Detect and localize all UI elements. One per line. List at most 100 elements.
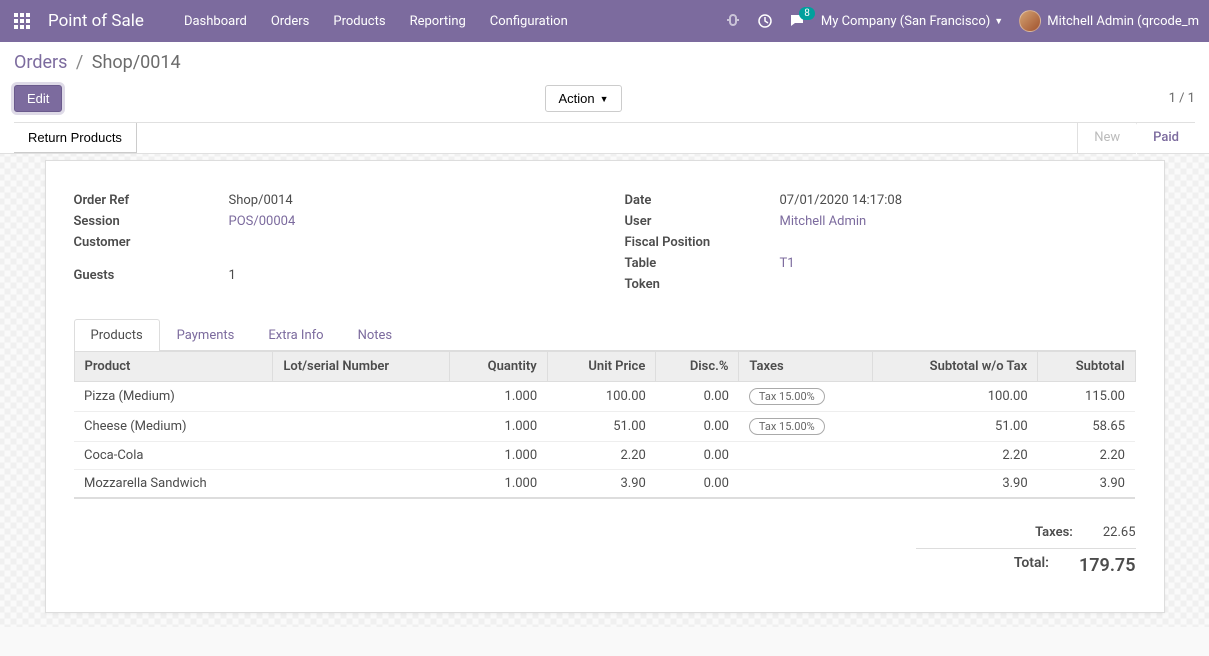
breadcrumb-sep: / <box>76 52 83 73</box>
tax-pill: Tax 15.00% <box>749 418 825 435</box>
value-guests: 1 <box>229 268 236 283</box>
label-table: Table <box>625 256 780 271</box>
apps-menu-icon[interactable] <box>10 9 34 33</box>
company-label: My Company (San Francisco) <box>821 14 990 29</box>
sheet-wrap: Order RefShop/0014 SessionPOS/00004 Cust… <box>0 154 1209 627</box>
taxes-value: 22.65 <box>1103 525 1136 540</box>
cell-product: Cheese (Medium) <box>74 412 273 442</box>
total-value: 179.75 <box>1079 555 1136 576</box>
cell-qty: 1.000 <box>450 470 548 499</box>
cell-qty: 1.000 <box>450 442 548 470</box>
chevron-down-icon: ▼ <box>600 94 609 104</box>
table-row[interactable]: Mozzarella Sandwich 1.000 3.90 0.00 3.90… <box>74 470 1135 499</box>
taxes-label: Taxes: <box>916 525 1073 540</box>
th-product[interactable]: Product <box>74 352 273 382</box>
clock-icon[interactable] <box>757 13 773 29</box>
cell-lot <box>273 412 450 442</box>
company-selector[interactable]: My Company (San Francisco) ▼ <box>821 14 1003 29</box>
label-guests: Guests <box>74 268 229 283</box>
table-row[interactable]: Coca-Cola 1.000 2.20 0.00 2.20 2.20 <box>74 442 1135 470</box>
cell-qty: 1.000 <box>450 382 548 412</box>
breadcrumb-parent[interactable]: Orders <box>14 52 67 73</box>
form-col-left: Order RefShop/0014 SessionPOS/00004 Cust… <box>74 193 585 298</box>
cell-product: Mozzarella Sandwich <box>74 470 273 499</box>
status-bar: Return Products New Paid <box>14 122 1195 153</box>
tab-products[interactable]: Products <box>74 319 160 351</box>
total-label: Total: <box>916 555 1049 576</box>
cell-lot <box>273 470 450 499</box>
th-sub-no-tax[interactable]: Subtotal w/o Tax <box>872 352 1037 382</box>
th-disc[interactable]: Disc.% <box>656 352 739 382</box>
return-products-button[interactable]: Return Products <box>14 123 137 153</box>
tax-pill: Tax 15.00% <box>749 388 825 405</box>
label-user: User <box>625 214 780 229</box>
navbar: Point of Sale Dashboard Orders Products … <box>0 0 1209 42</box>
cell-taxes: Tax 15.00% <box>739 382 873 412</box>
value-order-ref: Shop/0014 <box>229 193 293 208</box>
cell-qty: 1.000 <box>450 412 548 442</box>
cell-unit-price: 100.00 <box>547 382 656 412</box>
nav-reporting[interactable]: Reporting <box>410 14 466 29</box>
tab-payments[interactable]: Payments <box>160 319 252 351</box>
edit-button[interactable]: Edit <box>14 85 62 112</box>
messages-icon[interactable]: 8 <box>789 13 805 29</box>
bug-icon[interactable] <box>725 13 741 29</box>
value-session[interactable]: POS/00004 <box>229 214 296 229</box>
form-sheet: Order RefShop/0014 SessionPOS/00004 Cust… <box>45 160 1165 613</box>
totals: Taxes: 22.65 Total: 179.75 <box>74 521 1136 580</box>
cell-taxes: Tax 15.00% <box>739 412 873 442</box>
user-label: Mitchell Admin (qrcode_m <box>1047 14 1199 29</box>
label-date: Date <box>625 193 780 208</box>
table-row[interactable]: Cheese (Medium) 1.000 51.00 0.00 Tax 15.… <box>74 412 1135 442</box>
th-unit-price[interactable]: Unit Price <box>547 352 656 382</box>
cell-product: Pizza (Medium) <box>74 382 273 412</box>
th-taxes[interactable]: Taxes <box>739 352 873 382</box>
cell-subtotal: 2.20 <box>1038 442 1135 470</box>
form-grid: Order RefShop/0014 SessionPOS/00004 Cust… <box>74 193 1136 298</box>
nav-products[interactable]: Products <box>333 14 385 29</box>
cell-unit-price: 51.00 <box>547 412 656 442</box>
avatar <box>1019 10 1041 32</box>
label-customer: Customer <box>74 235 229 250</box>
form-col-right: Date07/01/2020 14:17:08 UserMitchell Adm… <box>625 193 1136 298</box>
cell-sub-no-tax: 2.20 <box>872 442 1037 470</box>
value-date: 07/01/2020 14:17:08 <box>780 193 903 208</box>
nav-right: 8 My Company (San Francisco) ▼ Mitchell … <box>725 10 1199 32</box>
status-new[interactable]: New <box>1077 123 1136 153</box>
cell-disc: 0.00 <box>656 442 739 470</box>
cell-disc: 0.00 <box>656 470 739 499</box>
nav-dashboard[interactable]: Dashboard <box>184 14 247 29</box>
user-menu[interactable]: Mitchell Admin (qrcode_m <box>1019 10 1199 32</box>
cell-unit-price: 3.90 <box>547 470 656 499</box>
cell-sub-no-tax: 51.00 <box>872 412 1037 442</box>
action-bar: Edit Action ▼ 1 / 1 <box>14 85 1195 112</box>
table-row[interactable]: Pizza (Medium) 1.000 100.00 0.00 Tax 15.… <box>74 382 1135 412</box>
chevron-down-icon: ▼ <box>994 16 1003 27</box>
tab-notes[interactable]: Notes <box>341 319 410 351</box>
value-table[interactable]: T1 <box>780 256 795 271</box>
cell-disc: 0.00 <box>656 412 739 442</box>
nav-orders[interactable]: Orders <box>271 14 310 29</box>
tabs: Products Payments Extra Info Notes <box>74 318 1136 351</box>
label-session: Session <box>74 214 229 229</box>
action-dropdown[interactable]: Action ▼ <box>545 85 621 112</box>
pager[interactable]: 1 / 1 <box>1169 91 1195 106</box>
tab-extra-info[interactable]: Extra Info <box>251 319 340 351</box>
cell-unit-price: 2.20 <box>547 442 656 470</box>
nav-configuration[interactable]: Configuration <box>490 14 568 29</box>
content-header: Orders / Shop/0014 Edit Action ▼ 1 / 1 R… <box>0 42 1209 154</box>
value-user[interactable]: Mitchell Admin <box>780 214 867 229</box>
cell-subtotal: 3.90 <box>1038 470 1135 499</box>
th-subtotal[interactable]: Subtotal <box>1038 352 1135 382</box>
cell-taxes <box>739 442 873 470</box>
cell-product: Coca-Cola <box>74 442 273 470</box>
app-title[interactable]: Point of Sale <box>48 11 144 31</box>
label-token: Token <box>625 277 780 292</box>
breadcrumb-current: Shop/0014 <box>92 52 181 73</box>
cell-subtotal: 115.00 <box>1038 382 1135 412</box>
th-lot[interactable]: Lot/serial Number <box>273 352 450 382</box>
action-label: Action <box>558 91 594 106</box>
cell-lot <box>273 442 450 470</box>
th-qty[interactable]: Quantity <box>450 352 548 382</box>
label-fiscal-position: Fiscal Position <box>625 235 780 250</box>
